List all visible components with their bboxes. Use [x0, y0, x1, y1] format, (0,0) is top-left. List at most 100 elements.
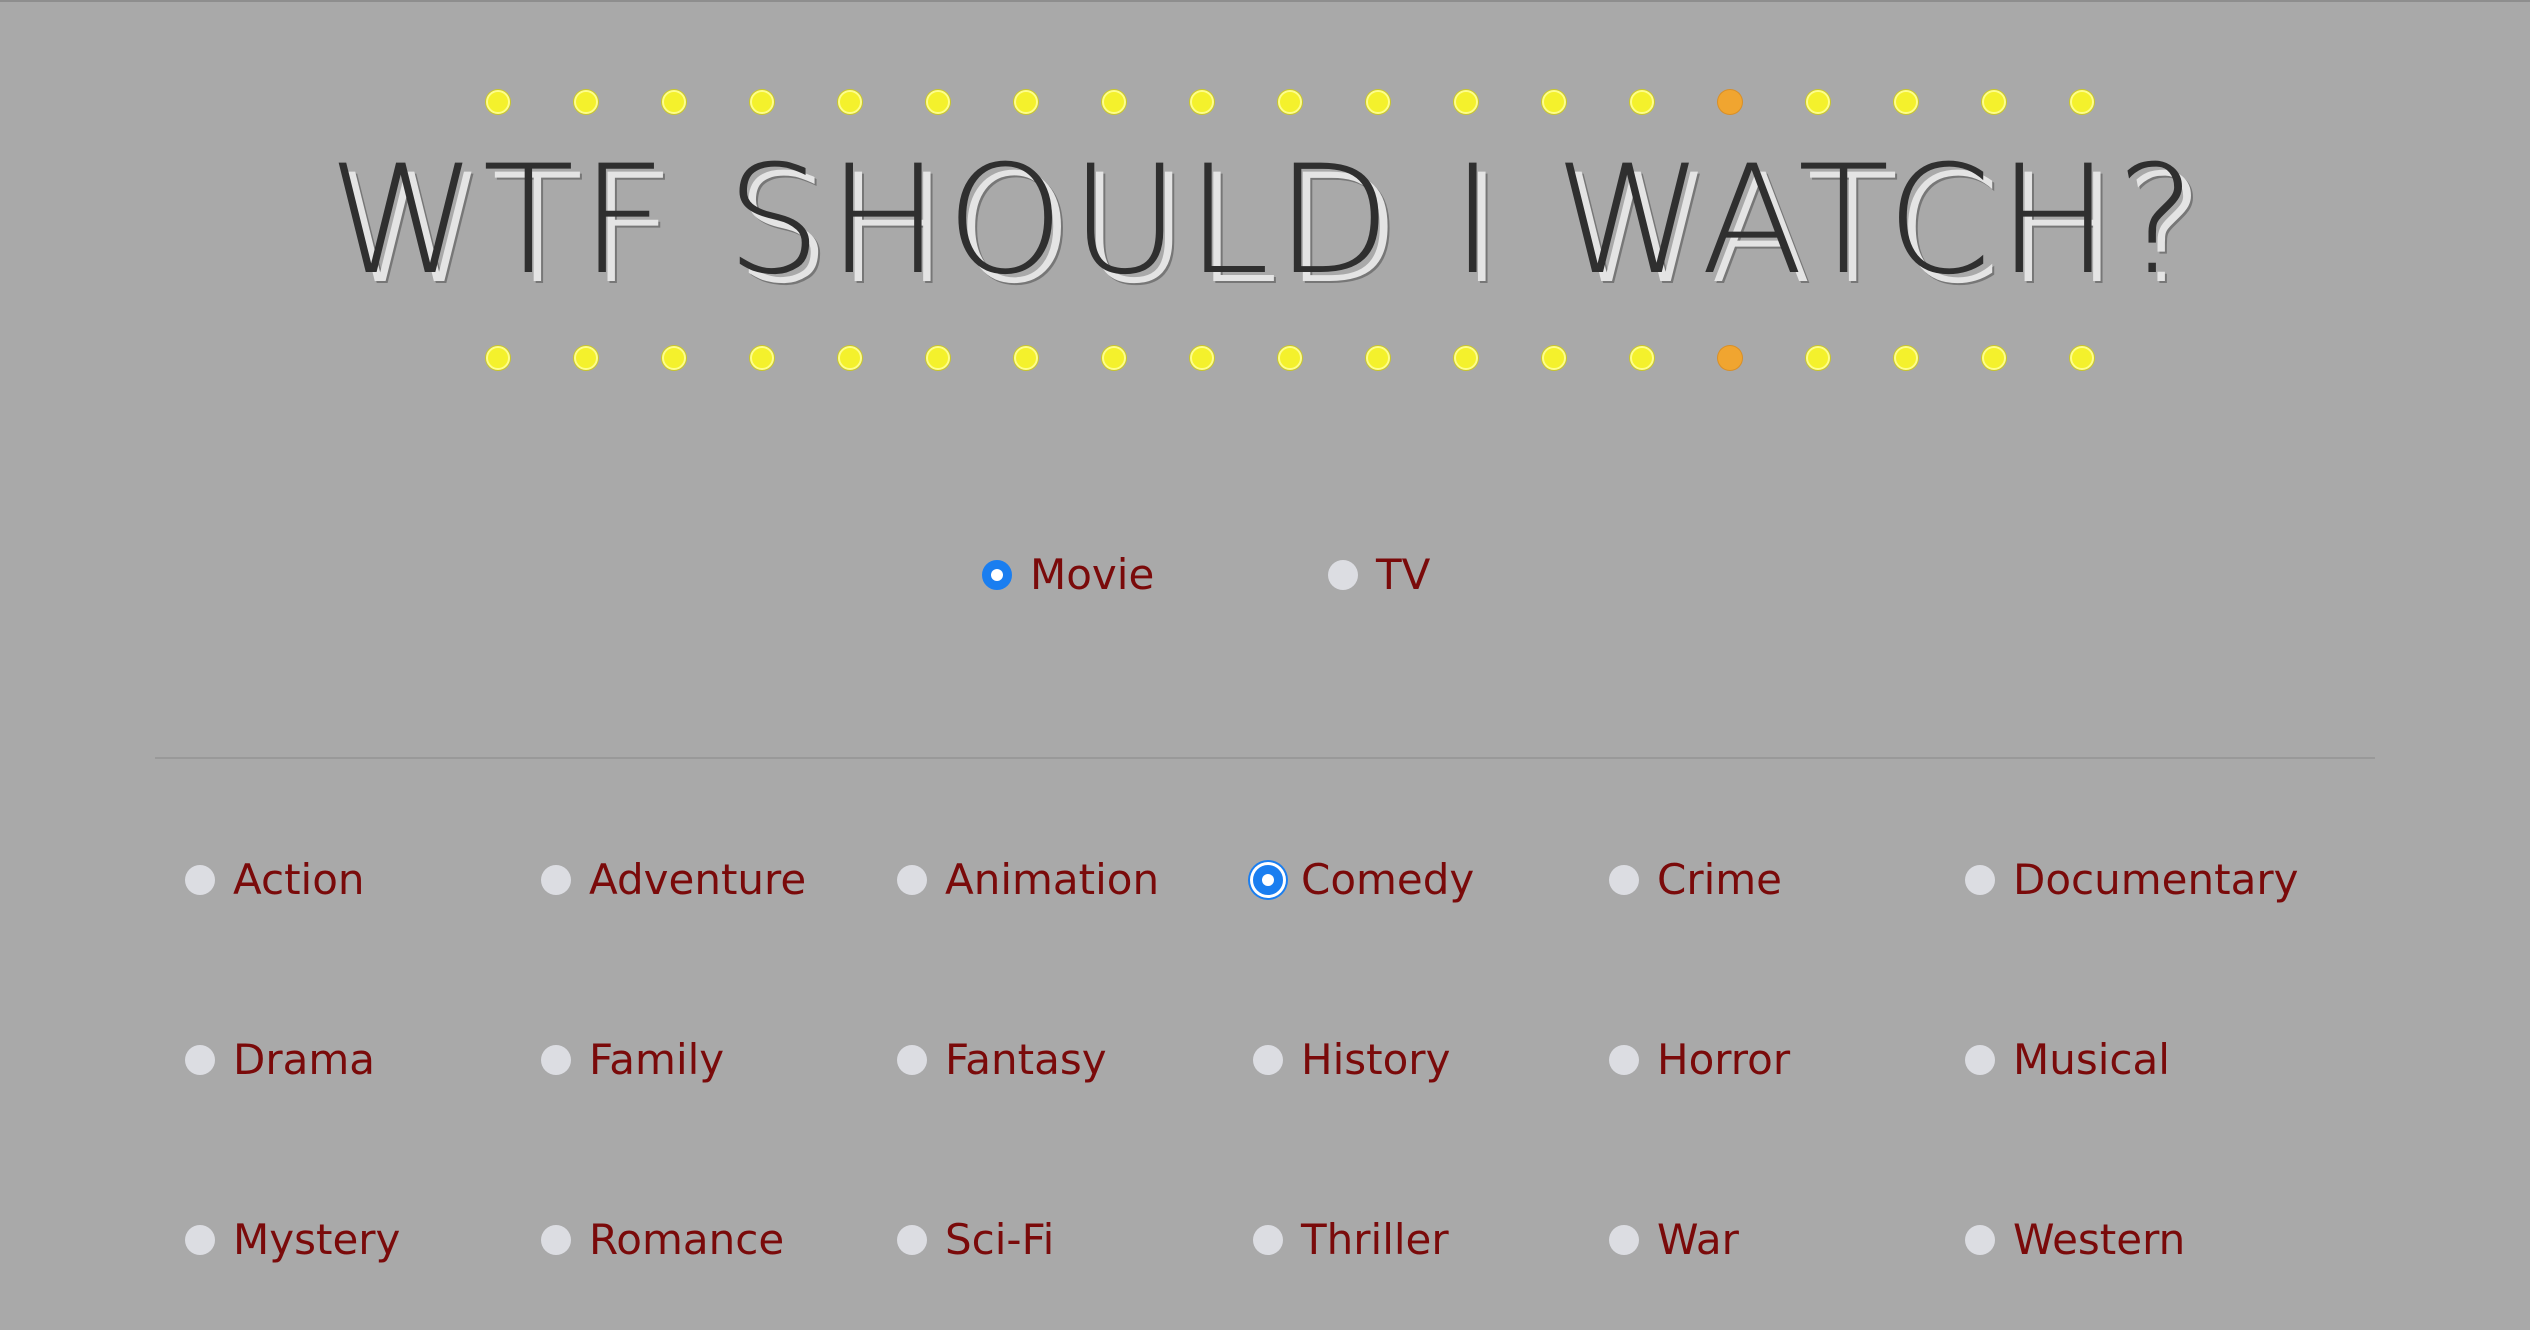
genre-option-comedy[interactable]: Comedy [1253, 855, 1474, 904]
genre-option-family[interactable]: Family [541, 1035, 724, 1084]
genre-option-horror[interactable]: Horror [1609, 1035, 1790, 1084]
radio-button[interactable] [1965, 1044, 1995, 1075]
marquee-bulb [574, 346, 598, 370]
genre-option-adventure[interactable]: Adventure [541, 855, 806, 904]
radio-button[interactable] [541, 1224, 571, 1255]
radio-button[interactable] [897, 1044, 927, 1075]
radio-button[interactable] [1253, 1224, 1283, 1255]
marquee-bulb [1366, 90, 1390, 114]
marquee-bulb [1102, 90, 1126, 114]
radio-button[interactable] [1609, 864, 1639, 895]
radio-label: Documentary [2013, 855, 2299, 904]
marquee-bulb [926, 346, 950, 370]
marquee-bulb [1630, 346, 1654, 370]
radio-button[interactable] [1609, 1044, 1639, 1075]
marquee-bulb [486, 90, 510, 114]
marquee-bulb [486, 346, 510, 370]
media-type-option-movie[interactable]: Movie [982, 550, 1154, 599]
marquee-bulb [1894, 346, 1918, 370]
divider [155, 757, 2375, 759]
marquee-bulb [1806, 346, 1830, 370]
marquee-bulb [1014, 90, 1038, 114]
genre-option-western[interactable]: Western [1965, 1215, 2185, 1264]
radio-label: Mystery [233, 1215, 401, 1264]
radio-label: Western [2013, 1215, 2186, 1264]
marquee-bulb [1542, 346, 1566, 370]
genre-option-crime[interactable]: Crime [1609, 855, 1782, 904]
page: WTF SHOULD I WATCH? Movie TV Action Adve… [0, 0, 2530, 1330]
marquee-bulb-highlighted [1718, 346, 1742, 370]
marquee-bulb [662, 346, 686, 370]
marquee-bulb [1454, 90, 1478, 114]
marquee-bulb [1982, 346, 2006, 370]
media-type-option-tv[interactable]: TV [1328, 550, 1430, 599]
radio-label: Sci-Fi [945, 1215, 1055, 1264]
marquee-bulb [1454, 346, 1478, 370]
radio-label: Movie [1030, 550, 1155, 599]
radio-label: Adventure [589, 855, 807, 904]
marquee-bulb [574, 90, 598, 114]
marquee-bulb [1278, 90, 1302, 114]
genre-option-documentary[interactable]: Documentary [1965, 855, 2298, 904]
radio-button[interactable] [185, 1224, 215, 1255]
marquee-bulb [2070, 90, 2094, 114]
genre-option-action[interactable]: Action [185, 855, 365, 904]
marquee-bulb [662, 90, 686, 114]
genre-option-thriller[interactable]: Thriller [1253, 1215, 1449, 1264]
marquee-lights-bottom [486, 346, 2094, 370]
radio-button[interactable] [982, 559, 1012, 590]
genre-option-drama[interactable]: Drama [185, 1035, 375, 1084]
radio-button[interactable] [185, 864, 215, 895]
marquee-lights-top [486, 90, 2094, 114]
marquee-bulb [2070, 346, 2094, 370]
radio-label: Fantasy [945, 1035, 1107, 1084]
radio-label: Family [589, 1035, 725, 1084]
radio-button[interactable] [1609, 1224, 1639, 1255]
radio-label: War [1657, 1215, 1739, 1264]
genre-option-musical[interactable]: Musical [1965, 1035, 2170, 1084]
radio-button[interactable] [1253, 864, 1283, 895]
radio-label: Thriller [1301, 1215, 1449, 1264]
radio-label: Drama [233, 1035, 375, 1084]
genre-option-mystery[interactable]: Mystery [185, 1215, 400, 1264]
radio-button[interactable] [1965, 1224, 1995, 1255]
genre-option-fantasy[interactable]: Fantasy [897, 1035, 1107, 1084]
genre-option-history[interactable]: History [1253, 1035, 1450, 1084]
marquee-bulb [1014, 346, 1038, 370]
genre-option-animation[interactable]: Animation [897, 855, 1159, 904]
marquee-bulb [838, 346, 862, 370]
marquee-bulb [1278, 346, 1302, 370]
marquee-bulb [1542, 90, 1566, 114]
radio-button[interactable] [1965, 864, 1995, 895]
marquee-bulb [750, 346, 774, 370]
marquee-bulb [1982, 90, 2006, 114]
radio-label: Musical [2013, 1035, 2170, 1084]
radio-button[interactable] [897, 864, 927, 895]
marquee-bulb [1894, 90, 1918, 114]
marquee-bulb [1190, 90, 1214, 114]
genre-option-sci-fi[interactable]: Sci-Fi [897, 1215, 1054, 1264]
marquee-bulb [1190, 346, 1214, 370]
radio-label: History [1301, 1035, 1451, 1084]
radio-button[interactable] [897, 1224, 927, 1255]
radio-label: Horror [1657, 1035, 1791, 1084]
marquee-bulb [1806, 90, 1830, 114]
genre-option-romance[interactable]: Romance [541, 1215, 784, 1264]
radio-label: Crime [1657, 855, 1783, 904]
radio-button[interactable] [541, 864, 571, 895]
radio-button[interactable] [1328, 559, 1358, 590]
marquee-bulb [1102, 346, 1126, 370]
radio-label: Romance [589, 1215, 785, 1264]
marquee-bulb-highlighted [1718, 90, 1742, 114]
genre-option-war[interactable]: War [1609, 1215, 1739, 1264]
radio-button[interactable] [1253, 1044, 1283, 1075]
radio-button[interactable] [185, 1044, 215, 1075]
marquee-bulb [926, 90, 950, 114]
radio-label: Action [233, 855, 365, 904]
radio-button[interactable] [541, 1044, 571, 1075]
page-title: WTF SHOULD I WATCH? [328, 134, 2202, 308]
marquee-bulb [838, 90, 862, 114]
marquee-bulb [1630, 90, 1654, 114]
radio-label: Comedy [1301, 855, 1475, 904]
radio-label: Animation [945, 855, 1160, 904]
